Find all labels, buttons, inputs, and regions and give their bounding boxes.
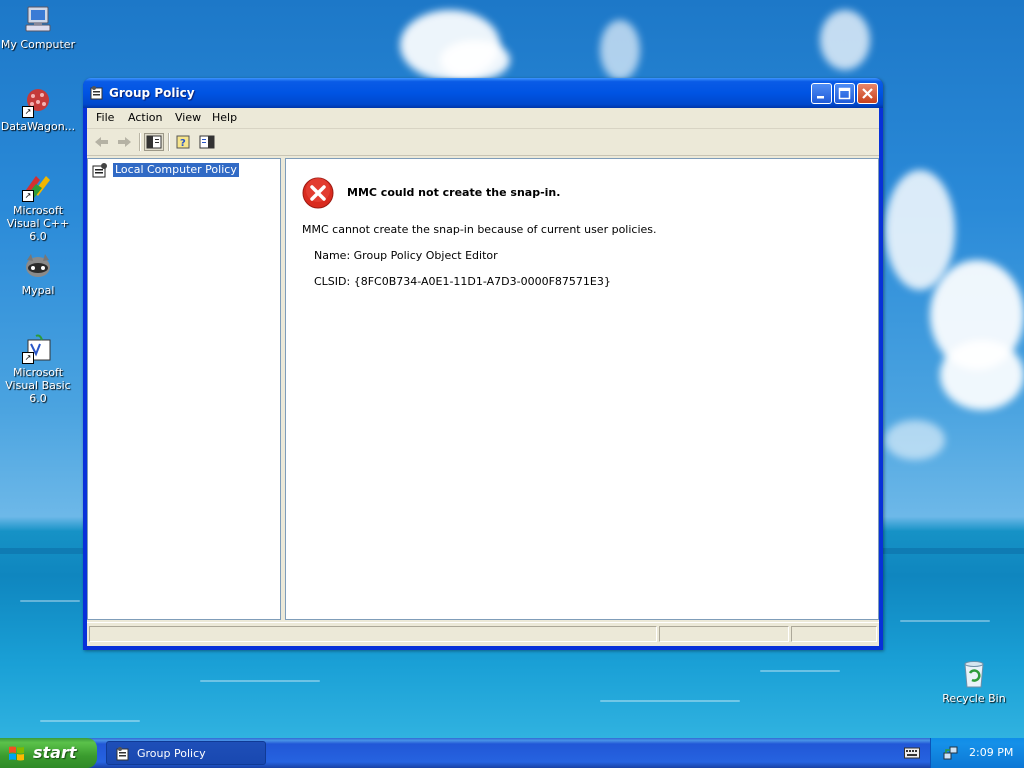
taskbar-button-group-policy[interactable]: Group Policy: [106, 741, 266, 765]
maximize-button[interactable]: [834, 83, 855, 104]
status-pane-main: [89, 626, 657, 642]
group-policy-icon: [115, 746, 131, 762]
shortcut-arrow-icon: ↗: [22, 190, 34, 202]
result-pane: MMC could not create the snap-in. MMC ca…: [285, 158, 879, 620]
shortcut-arrow-icon: ↗: [22, 352, 34, 364]
forward-arrow-icon: [118, 137, 131, 147]
console-tree-icon: [146, 135, 162, 149]
computer-icon: [22, 4, 54, 36]
visual-basic-icon: ↗: [22, 332, 54, 364]
window-title: Group Policy: [109, 86, 195, 100]
policy-icon: [92, 162, 108, 178]
desktop-icon-visual-cpp[interactable]: ↗ Microsoft Visual C++ 6.0: [0, 170, 78, 243]
network-icon[interactable]: [943, 745, 959, 761]
desktop-icon-recycle-bin[interactable]: Recycle Bin: [934, 658, 1014, 705]
desktop-icon-visual-basic[interactable]: ↗ Microsoft Visual Basic 6.0: [0, 332, 78, 405]
datawagon-icon: ↗: [22, 86, 54, 118]
help-button[interactable]: ?: [174, 133, 194, 151]
group-policy-window: Group Policy File Action View Help ? Loc…: [83, 78, 883, 650]
minimize-button[interactable]: [811, 83, 832, 104]
desktop-icon-label: My Computer: [0, 38, 76, 51]
desktop-icon-mypal[interactable]: Mypal: [0, 250, 78, 297]
menu-help[interactable]: Help: [212, 111, 237, 124]
mypal-icon: [22, 250, 54, 282]
desktop-icon-label: Microsoft Visual Basic 6.0: [5, 366, 71, 405]
error-title: MMC could not create the snap-in.: [347, 186, 561, 199]
desktop-icon-label: DataWagon...: [0, 120, 76, 133]
toolbar: ?: [87, 129, 879, 156]
show-hide-tree-button[interactable]: [144, 133, 164, 151]
snapin-name: Name: Group Policy Object Editor: [314, 249, 498, 262]
status-bar: [87, 622, 879, 645]
svg-text:?: ?: [180, 138, 186, 149]
desktop-icon-label: Microsoft Visual C++ 6.0: [6, 204, 70, 243]
menu-file[interactable]: File: [96, 111, 114, 124]
taskbar-button-label: Group Policy: [137, 747, 206, 760]
action-pane-icon: [199, 135, 215, 149]
windows-logo-icon: [8, 745, 25, 762]
clock[interactable]: 2:09 PM: [969, 746, 1013, 759]
error-message: MMC cannot create the snap-in because of…: [302, 223, 657, 236]
close-button[interactable]: [857, 83, 878, 104]
tree-item-label: Local Computer Policy: [113, 163, 239, 177]
taskbar: start Group Policy 2:09 PM: [0, 738, 1024, 768]
back-button[interactable]: [92, 133, 112, 151]
title-bar[interactable]: Group Policy: [83, 78, 883, 108]
snapin-clsid: CLSID: {8FC0B734-A0E1-11D1-A7D3-0000F875…: [314, 275, 611, 288]
system-tray: 2:09 PM: [930, 738, 1024, 768]
menu-view[interactable]: View: [175, 111, 201, 124]
desktop-icon-label: Mypal: [21, 284, 55, 297]
desktop-icon-datawagon[interactable]: ↗ DataWagon...: [0, 86, 78, 133]
group-policy-icon: [89, 85, 105, 101]
minimize-icon: [812, 84, 831, 103]
keyboard-icon[interactable]: [904, 747, 920, 759]
status-pane-2: [659, 626, 789, 642]
start-button[interactable]: start: [0, 738, 97, 768]
shortcut-arrow-icon: ↗: [22, 106, 34, 118]
status-pane-3: [791, 626, 877, 642]
desktop-icon-label: Recycle Bin: [942, 692, 1006, 705]
help-icon: ?: [176, 135, 190, 149]
close-icon: [858, 84, 877, 103]
window-client-area: File Action View Help ? Local Computer P…: [87, 108, 879, 646]
recycle-bin-icon: [958, 658, 990, 690]
maximize-icon: [835, 84, 854, 103]
show-hide-action-pane-button[interactable]: [197, 133, 217, 151]
back-arrow-icon: [95, 137, 108, 147]
visual-cpp-icon: ↗: [22, 170, 54, 202]
menu-action[interactable]: Action: [128, 111, 162, 124]
console-tree: Local Computer Policy: [87, 158, 281, 620]
desktop-icon-my-computer[interactable]: My Computer: [0, 4, 78, 51]
menu-bar: File Action View Help: [87, 108, 879, 129]
error-icon: [301, 176, 335, 210]
forward-button[interactable]: [114, 133, 134, 151]
start-label: start: [33, 743, 77, 762]
